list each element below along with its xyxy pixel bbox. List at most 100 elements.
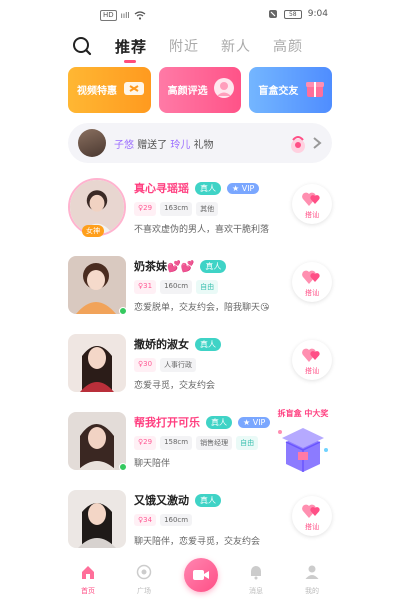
user-bio: 恋爱寻觅，交友约会 bbox=[134, 381, 216, 391]
user-bio: 聊天陪伴，恋爱寻觅，交友约会 bbox=[134, 537, 261, 547]
avatar[interactable] bbox=[68, 256, 126, 314]
blind-box-promo[interactable]: 拆盲盒 中大奖 bbox=[270, 408, 336, 478]
gift-box-icon bbox=[306, 82, 325, 97]
avatar[interactable] bbox=[68, 490, 126, 548]
list-item[interactable]: 女神 真心寻瑶瑶 真人 ★ VIP ♀29 163cm 其他 不喜欢虚伪的男人，… bbox=[68, 172, 332, 250]
feature-cards: 视频特惠 高颜评选 盲盒交友 bbox=[68, 67, 333, 113]
aperture-icon bbox=[136, 564, 152, 580]
chat-up-label: 搭讪 bbox=[305, 367, 319, 375]
user-name: 帮我打开可乐 bbox=[134, 416, 200, 429]
home-icon bbox=[82, 566, 94, 579]
top-nav: 推荐 附近 新人 高颜 bbox=[0, 34, 400, 63]
nav-tabs: 推荐 附近 新人 高颜 bbox=[115, 36, 303, 63]
job-tag: 其他 bbox=[196, 202, 219, 216]
user-bio: 不喜欢虚伪的男人，喜欢干脆利落 bbox=[134, 225, 270, 235]
nav-label: 广场 bbox=[137, 587, 151, 595]
sender-avatar bbox=[78, 129, 106, 157]
list-item[interactable]: 奶茶妹💕💕 真人 ♀31 160cm 自由 恋爱脱单，交友约会，陪我聊天😘 搭讪 bbox=[68, 250, 332, 328]
tab-nearby[interactable]: 附近 bbox=[169, 36, 199, 57]
real-person-badge: 真人 bbox=[195, 337, 221, 351]
tab-newcomers[interactable]: 新人 bbox=[221, 36, 251, 57]
video-camera-icon bbox=[193, 570, 209, 580]
search-button[interactable] bbox=[70, 34, 94, 58]
video-call-button[interactable] bbox=[184, 558, 218, 592]
nav-square[interactable]: 广场 bbox=[124, 564, 164, 596]
bottom-nav: 首页 广场 消息 我的 bbox=[68, 558, 332, 600]
gift-verb: 赠送了 bbox=[137, 140, 168, 151]
sender-name: 子悠 bbox=[114, 140, 134, 151]
promo-text: 拆盲盒 中大奖 bbox=[277, 409, 329, 418]
user-name: 真心寻瑶瑶 bbox=[134, 182, 189, 195]
list-item[interactable]: 帮我打开可乐 真人 ★ VIP ♀29 158cm 销售经理 自由 聊天陪伴 拆… bbox=[68, 406, 332, 484]
age-tag: ♀31 bbox=[134, 280, 157, 294]
user-list: 女神 真心寻瑶瑶 真人 ★ VIP ♀29 163cm 其他 不喜欢虚伪的男人，… bbox=[68, 172, 332, 562]
vibrate-icon bbox=[268, 10, 277, 18]
gift-notice-banner[interactable]: 子悠 赠送了 玲儿 礼物 bbox=[68, 123, 332, 163]
bell-icon bbox=[251, 566, 261, 580]
avatar-photo bbox=[68, 412, 126, 470]
nav-home[interactable]: 首页 bbox=[68, 564, 108, 596]
vip-badge: ★ VIP bbox=[227, 182, 260, 194]
height-tag: 160cm bbox=[160, 514, 193, 526]
user-name: 奶茶妹💕💕 bbox=[134, 260, 195, 273]
height-tag: 158cm bbox=[160, 436, 193, 450]
real-person-badge: 真人 bbox=[200, 259, 227, 273]
beauty-vote-card[interactable]: 高颜评选 bbox=[158, 67, 242, 113]
goddess-badge: 女神 bbox=[82, 225, 104, 237]
user-bio: 恋爱脱单，交友约会，陪我聊天😘 bbox=[134, 303, 270, 313]
job-tag: 自由 bbox=[196, 280, 219, 294]
clock: 9:04 bbox=[307, 9, 328, 19]
chat-up-label: 搭讪 bbox=[305, 523, 319, 531]
blind-box-icon bbox=[278, 428, 328, 472]
nav-label: 我的 bbox=[305, 587, 319, 595]
hd-indicator: HD bbox=[100, 10, 117, 21]
gift-icon bbox=[291, 136, 305, 153]
list-item[interactable]: 撒娇的淑女 真人 ♀30 人事行政 恋爱寻觅，交友约会 搭讪 bbox=[68, 328, 332, 406]
tab-recommend[interactable]: 推荐 bbox=[115, 36, 147, 63]
nav-label: 消息 bbox=[249, 587, 263, 595]
gift-notice-text: 子悠 赠送了 玲儿 礼物 bbox=[114, 136, 214, 151]
hearts-icon bbox=[302, 504, 320, 518]
search-icon bbox=[73, 37, 92, 56]
coupon-icon bbox=[123, 82, 144, 95]
nav-messages[interactable]: 消息 bbox=[236, 564, 276, 596]
person-icon bbox=[305, 565, 319, 579]
nav-label: 首页 bbox=[81, 587, 95, 595]
hearts-icon bbox=[302, 270, 320, 284]
hearts-icon bbox=[302, 192, 320, 206]
chat-up-button[interactable]: 搭讪 bbox=[292, 262, 332, 302]
job-tag: 销售经理 bbox=[196, 436, 233, 450]
age-tag: ♀30 bbox=[134, 358, 157, 372]
hearts-icon bbox=[302, 348, 320, 362]
tab-beauty[interactable]: 高颜 bbox=[273, 36, 303, 57]
age-tag: ♀29 bbox=[134, 202, 157, 216]
chat-up-label: 搭讪 bbox=[305, 289, 319, 297]
feature-label: 高颜评选 bbox=[167, 86, 208, 97]
avatar[interactable] bbox=[68, 334, 126, 392]
blind-box-card[interactable]: 盲盒交友 bbox=[249, 67, 333, 113]
chat-up-button[interactable]: 搭讪 bbox=[292, 340, 332, 380]
video-deal-card[interactable]: 视频特惠 bbox=[68, 67, 151, 113]
avatar-frame-icon bbox=[214, 78, 235, 98]
chat-up-button[interactable]: 搭讪 bbox=[292, 184, 332, 224]
feature-label: 盲盒交友 bbox=[258, 86, 299, 97]
receiver-name: 玲儿 bbox=[170, 140, 191, 151]
age-tag: ♀34 bbox=[134, 514, 157, 526]
avatar-photo bbox=[68, 256, 126, 314]
real-person-badge: 真人 bbox=[206, 415, 232, 429]
gift-suffix: 礼物 bbox=[193, 140, 214, 151]
real-person-badge: 真人 bbox=[195, 181, 221, 195]
height-tag: 160cm bbox=[160, 280, 193, 294]
chat-up-button[interactable]: 搭讪 bbox=[292, 496, 332, 536]
status-bar: HD ııll 58 9:04 bbox=[0, 0, 400, 30]
signal-icon: ııll bbox=[120, 11, 130, 20]
nav-profile[interactable]: 我的 bbox=[292, 564, 332, 596]
age-tag: ♀29 bbox=[134, 436, 157, 450]
chat-up-label: 搭讪 bbox=[305, 211, 319, 219]
chevron-right-icon bbox=[313, 137, 322, 149]
job-tag-2: 自由 bbox=[236, 436, 259, 450]
real-person-badge: 真人 bbox=[195, 493, 221, 507]
list-item[interactable]: 又饿又激动 真人 ♀34 160cm 聊天陪伴，恋爱寻觅，交友约会 搭讪 bbox=[68, 484, 332, 562]
avatar-photo bbox=[68, 490, 126, 548]
avatar[interactable] bbox=[68, 412, 126, 470]
